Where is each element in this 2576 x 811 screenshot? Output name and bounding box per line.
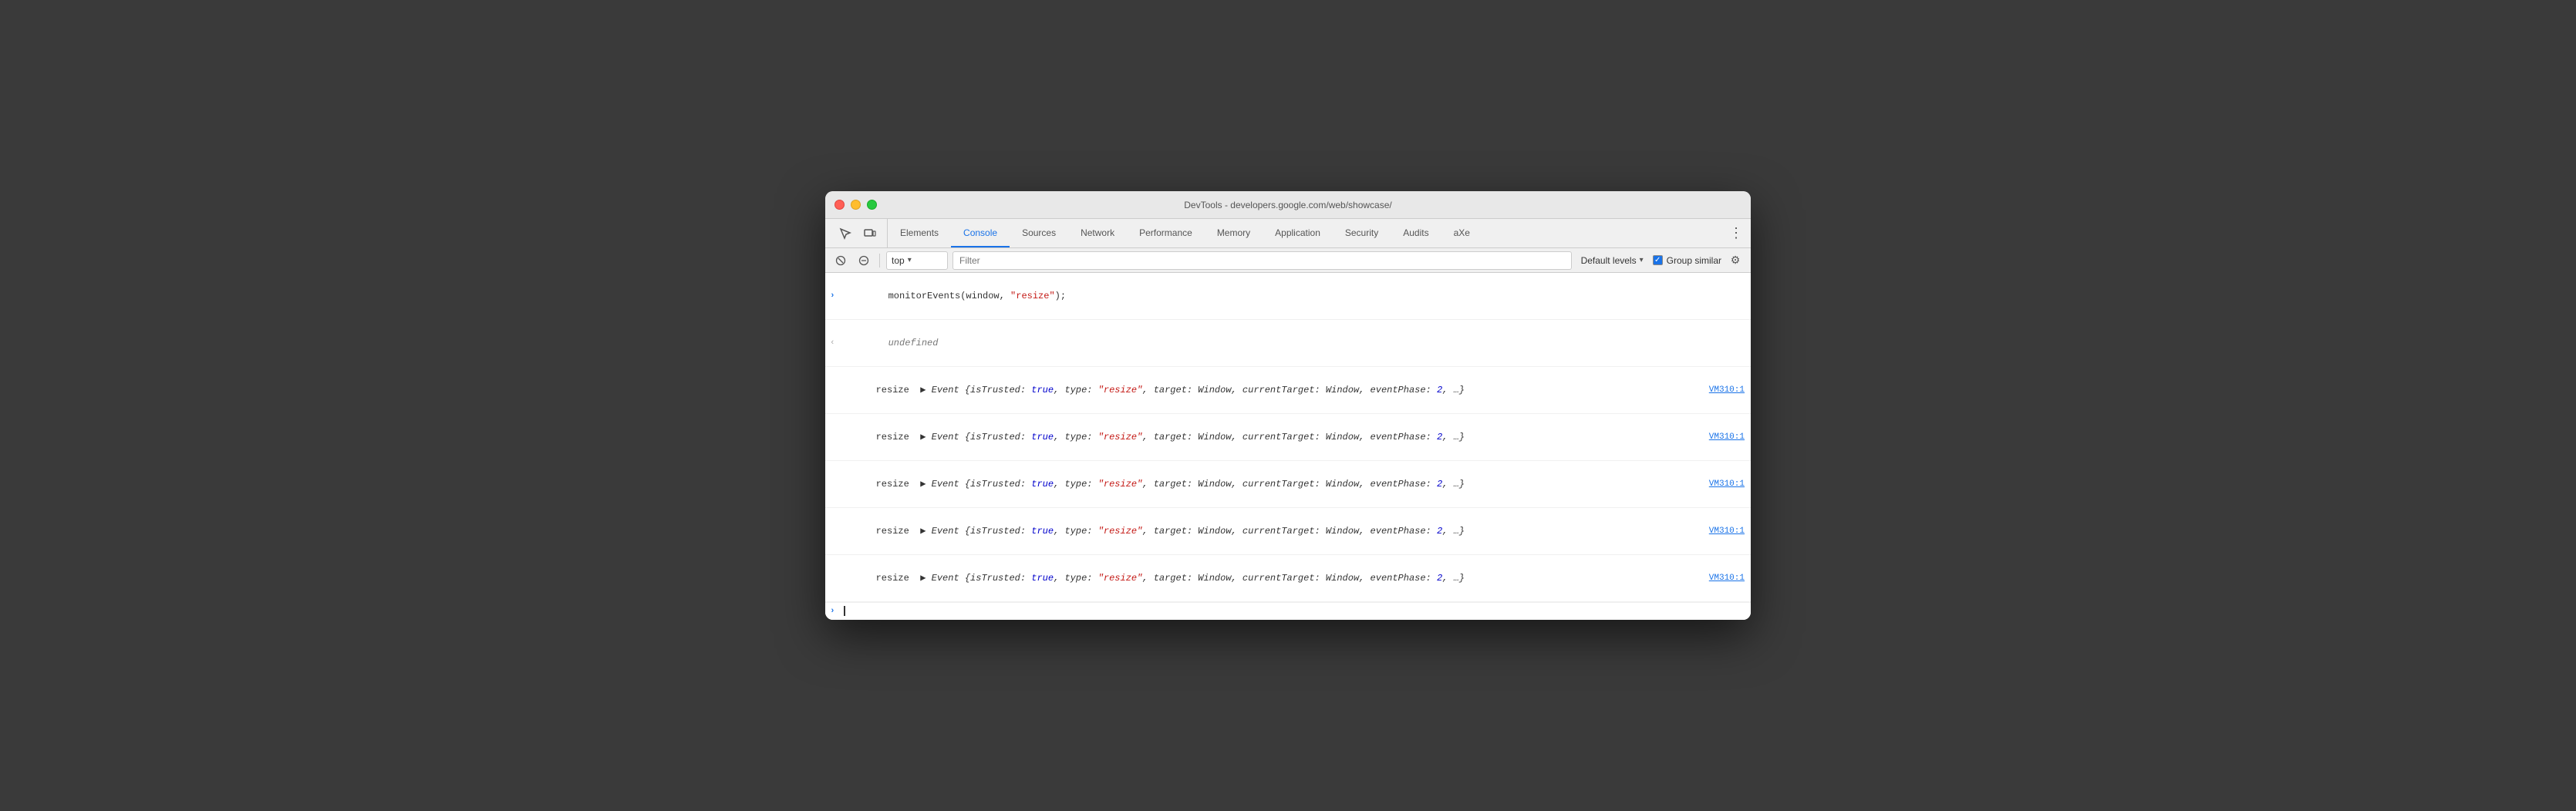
levels-label: Default levels	[1581, 255, 1637, 266]
console-input-text: monitorEvents(window, "resize");	[844, 275, 1745, 317]
device-toggle-icon[interactable]	[859, 224, 881, 244]
log-line-1-text: resize ▶ Event {isTrusted: true, type: "…	[831, 369, 1697, 411]
console-toolbar: top ▾ Default levels ▾ ✓ Group similar ⚙	[825, 248, 1751, 273]
console-input-line: › monitorEvents(window, "resize");	[825, 273, 1751, 320]
clear-console-button[interactable]	[831, 251, 850, 270]
tab-security[interactable]: Security	[1333, 219, 1391, 247]
tab-application[interactable]: Application	[1263, 219, 1333, 247]
tab-audits[interactable]: Audits	[1391, 219, 1441, 247]
log-line-5-text: resize ▶ Event {isTrusted: true, type: "…	[831, 557, 1697, 599]
gear-icon: ⚙	[1731, 254, 1741, 267]
console-prompt[interactable]: ›	[825, 602, 1751, 620]
console-log-line-2: resize ▶ Event {isTrusted: true, type: "…	[825, 414, 1751, 461]
prompt-cursor	[844, 606, 845, 617]
traffic-lights	[835, 200, 877, 210]
result-arrow-icon: ‹	[830, 336, 835, 350]
context-value: top	[892, 255, 905, 266]
log-line-2-source[interactable]: VM310:1	[1697, 430, 1745, 444]
input-chevron-icon: ›	[830, 289, 835, 303]
tab-network[interactable]: Network	[1068, 219, 1127, 247]
log-line-4-text: resize ▶ Event {isTrusted: true, type: "…	[831, 510, 1697, 552]
tab-icon-group	[828, 219, 888, 247]
prompt-chevron-icon: ›	[830, 607, 835, 616]
window-title: DevTools - developers.google.com/web/sho…	[1184, 200, 1391, 210]
log-line-3-source[interactable]: VM310:1	[1697, 477, 1745, 491]
context-arrow-icon: ▾	[908, 256, 912, 264]
group-similar-toggle[interactable]: ✓ Group similar	[1653, 255, 1721, 266]
tabs: Elements Console Sources Network Perform…	[888, 219, 1721, 247]
console-log-line-4: resize ▶ Event {isTrusted: true, type: "…	[825, 508, 1751, 555]
console-output: › monitorEvents(window, "resize"); ‹ und…	[825, 273, 1751, 620]
preserve-log-button[interactable]	[855, 251, 873, 270]
console-result-text: undefined	[844, 322, 1745, 364]
group-similar-checkbox[interactable]: ✓	[1653, 255, 1663, 265]
close-button[interactable]	[835, 200, 845, 210]
tab-axe[interactable]: aXe	[1441, 219, 1482, 247]
console-result-line: ‹ undefined	[825, 320, 1751, 367]
context-selector[interactable]: top ▾	[886, 251, 948, 270]
toolbar-divider-1	[879, 254, 880, 268]
inspect-icon[interactable]	[835, 224, 856, 244]
console-log-line-1: resize ▶ Event {isTrusted: true, type: "…	[825, 367, 1751, 414]
console-log-line-3: resize ▶ Event {isTrusted: true, type: "…	[825, 461, 1751, 508]
levels-arrow-icon: ▾	[1640, 256, 1644, 264]
group-similar-label: Group similar	[1667, 255, 1721, 266]
devtools-window: DevTools - developers.google.com/web/sho…	[825, 191, 1751, 620]
log-line-3-text: resize ▶ Event {isTrusted: true, type: "…	[831, 463, 1697, 505]
console-log-line-5: resize ▶ Event {isTrusted: true, type: "…	[825, 555, 1751, 602]
more-tabs-button[interactable]: ⋮	[1721, 219, 1751, 247]
minimize-button[interactable]	[851, 200, 861, 210]
log-line-2-text: resize ▶ Event {isTrusted: true, type: "…	[831, 416, 1697, 458]
tabbar: Elements Console Sources Network Perform…	[825, 219, 1751, 248]
tab-console[interactable]: Console	[951, 219, 1010, 247]
log-line-5-source[interactable]: VM310:1	[1697, 571, 1745, 585]
tab-sources[interactable]: Sources	[1010, 219, 1068, 247]
settings-gear-button[interactable]: ⚙	[1726, 251, 1745, 270]
titlebar: DevTools - developers.google.com/web/sho…	[825, 191, 1751, 219]
filter-input[interactable]	[953, 251, 1572, 270]
maximize-button[interactable]	[867, 200, 877, 210]
levels-selector[interactable]: Default levels ▾	[1576, 254, 1648, 268]
tab-performance[interactable]: Performance	[1127, 219, 1205, 247]
tab-elements[interactable]: Elements	[888, 219, 951, 247]
log-line-4-source[interactable]: VM310:1	[1697, 524, 1745, 538]
tab-memory[interactable]: Memory	[1205, 219, 1263, 247]
log-line-1-source[interactable]: VM310:1	[1697, 383, 1745, 397]
